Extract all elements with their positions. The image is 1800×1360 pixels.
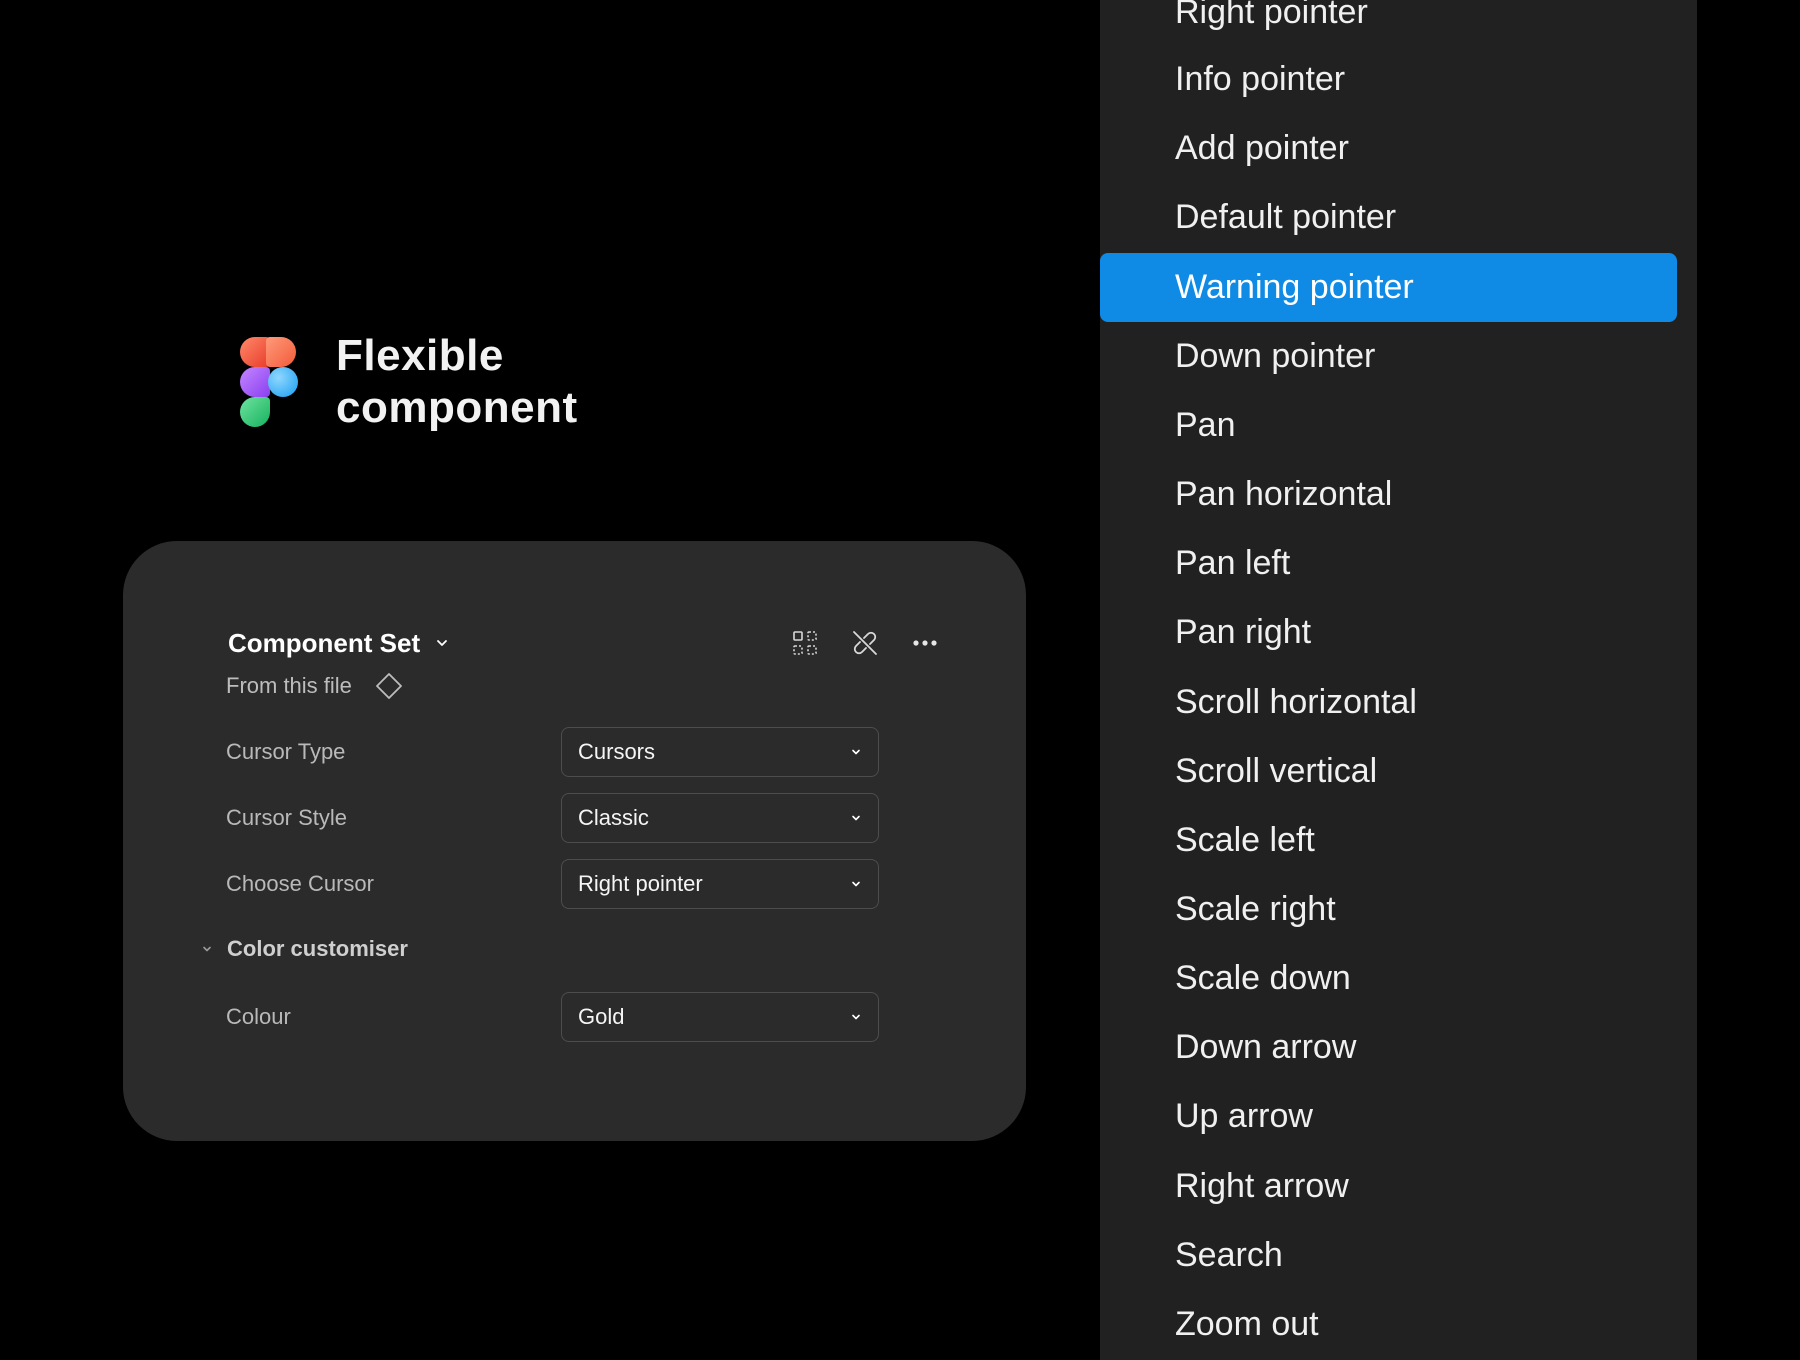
property-row-choose-cursor: Choose Cursor Right pointer (226, 859, 906, 909)
menu-item[interactable]: Down arrow (1100, 1013, 1677, 1082)
menu-item[interactable]: Add pointer (1100, 114, 1677, 183)
menu-item[interactable]: Scroll vertical (1100, 737, 1677, 806)
choose-cursor-select[interactable]: Right pointer (561, 859, 879, 909)
chevron-down-icon (852, 1014, 860, 1020)
brand-title-line-1: Flexible (336, 331, 504, 380)
more-options-icon[interactable] (910, 628, 940, 658)
property-label: Cursor Type (226, 739, 346, 764)
detach-instance-icon[interactable] (850, 628, 880, 658)
chevron-down-icon (852, 815, 860, 821)
property-row-colour: Colour Gold (226, 992, 906, 1042)
chevron-down-icon (203, 946, 211, 952)
menu-item[interactable]: Search (1100, 1221, 1677, 1290)
figma-logo-icon (236, 335, 304, 429)
menu-item[interactable]: Up arrow (1100, 1082, 1677, 1151)
cursor-dropdown-menu: Right pointer Info pointer Add pointer D… (1100, 0, 1697, 1360)
property-label: Colour (226, 1004, 291, 1029)
chevron-down-icon (852, 881, 860, 887)
section-label: Color customiser (227, 936, 408, 961)
chevron-down-icon (852, 749, 860, 755)
menu-item[interactable]: Pan (1100, 391, 1677, 460)
component-set-title[interactable]: Component Set (228, 628, 420, 659)
source-label: From this file (226, 673, 352, 698)
menu-item[interactable]: Zoom out (1100, 1290, 1677, 1359)
menu-item[interactable]: Default pointer (1100, 183, 1677, 252)
brand-title: Flexible component (336, 330, 578, 434)
component-grid-icon[interactable] (790, 628, 820, 658)
select-value: Classic (578, 805, 649, 830)
property-label: Cursor Style (226, 805, 348, 830)
menu-item[interactable]: Scale right (1100, 875, 1677, 944)
colour-select[interactable]: Gold (561, 992, 879, 1042)
source-row: From this file (226, 671, 404, 701)
component-properties-panel: Component Set From this file Cursor Type… (123, 541, 1026, 1141)
select-value: Right pointer (578, 871, 703, 896)
menu-item[interactable]: Pan left (1100, 529, 1677, 598)
menu-item-selected[interactable]: Warning pointer (1100, 253, 1677, 322)
menu-item[interactable]: Pan right (1100, 598, 1677, 667)
menu-item[interactable]: Scale down (1100, 944, 1677, 1013)
menu-item[interactable]: Info pointer (1100, 45, 1677, 114)
property-row-cursor-style: Cursor Style Classic (226, 793, 906, 843)
menu-item[interactable]: Scale left (1100, 806, 1677, 875)
menu-item[interactable]: Right pointer (1100, 0, 1677, 47)
select-value: Cursors (578, 739, 656, 764)
brand-title-line-2: component (336, 383, 578, 432)
menu-item[interactable]: Right arrow (1100, 1152, 1677, 1221)
select-value: Gold (578, 1004, 625, 1029)
panel-header-actions (790, 628, 940, 658)
menu-item[interactable]: Down pointer (1100, 322, 1677, 391)
color-customiser-section-toggle[interactable]: Color customiser (201, 936, 408, 962)
chevron-down-icon[interactable] (436, 637, 448, 649)
menu-item[interactable]: Pan horizontal (1100, 460, 1677, 529)
property-row-cursor-type: Cursor Type Cursors (226, 727, 906, 777)
menu-item[interactable]: Scroll horizontal (1100, 668, 1677, 737)
component-diamond-icon[interactable] (374, 671, 404, 701)
panel-header: Component Set (228, 623, 940, 663)
brand-block: Flexible component (236, 330, 578, 434)
cursor-style-select[interactable]: Classic (561, 793, 879, 843)
property-label: Choose Cursor (226, 871, 374, 896)
cursor-type-select[interactable]: Cursors (561, 727, 879, 777)
